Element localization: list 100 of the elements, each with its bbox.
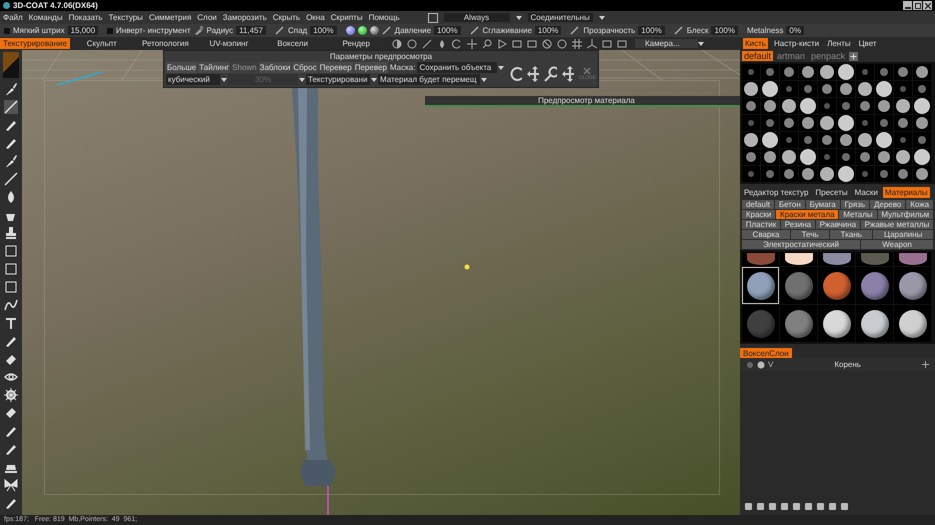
brush-thumbnail[interactable] [799,132,817,148]
mode-dropdown[interactable]: Always [444,13,510,22]
brush-thumbnail[interactable] [875,98,893,114]
brush-thumbnail[interactable] [894,81,912,97]
drop-icon[interactable] [437,38,447,48]
brush-thumbnail[interactable] [799,115,817,131]
category-tab[interactable]: Электростатический [742,240,860,249]
menu-item[interactable]: Скрыть [272,13,300,22]
preview-button[interactable]: Заблоки [258,62,292,73]
brush-thumbnail[interactable] [742,64,760,80]
gear-icon[interactable] [4,388,18,402]
brush-thumbnail[interactable] [761,98,779,114]
close-icon[interactable] [583,66,592,74]
curve-icon[interactable] [4,298,18,312]
brush-thumbnail[interactable] [913,132,931,148]
brush-thumbnail[interactable] [818,98,836,114]
brush-thumbnail[interactable] [875,115,893,131]
param-field[interactable]: 0% [786,26,804,35]
category-tab[interactable]: Краски метала [776,210,838,219]
rotate-icon[interactable] [452,38,462,48]
room-tab[interactable]: Текстурирование [0,38,70,49]
brush-thumbnail[interactable] [894,149,912,165]
brush-thumbnail[interactable] [742,132,760,148]
brush-thumbnail[interactable] [799,64,817,80]
brush-thumbnail[interactable] [837,149,855,165]
brush-thumbnail[interactable] [875,64,893,80]
brush-thumbnail[interactable] [780,64,798,80]
material-thumbnail[interactable] [894,252,931,266]
play-icon[interactable] [497,38,507,48]
brush-thumbnail[interactable] [780,98,798,114]
brush-thumbnail[interactable] [780,115,798,131]
line-icon[interactable] [4,172,18,186]
brush-thumbnail[interactable] [913,81,931,97]
brush-thumbnail[interactable] [761,149,779,165]
pen-icon[interactable] [4,136,18,150]
brush-thumbnail[interactable] [856,81,874,97]
brush-thumbnail[interactable] [818,149,836,165]
brush-thumbnail[interactable] [799,149,817,165]
panel-tab[interactable]: ВокселСлои [740,348,792,359]
panel-tab[interactable]: Цвет [856,38,879,49]
panel-tab[interactable]: Ленты [825,38,853,49]
category-tab[interactable]: Ткань [830,230,872,239]
pen-icon[interactable] [570,26,580,35]
line-icon[interactable] [4,100,18,114]
brush-thumbnail[interactable] [913,64,931,80]
mode-dropdown[interactable]: Текстурировани [306,74,370,85]
brush-thumbnail[interactable] [761,81,779,97]
category-tab[interactable]: Сварка [742,230,790,239]
zoom-icon[interactable] [544,66,557,82]
param-field[interactable]: 100% [434,26,461,35]
room-tab[interactable]: Воксели [260,38,324,49]
category-tab[interactable]: Weapon [861,240,934,249]
room-tab[interactable]: Скульпт [70,38,134,49]
visibility-toggle[interactable]: V [768,360,774,369]
square-icon[interactable] [4,244,18,258]
square-icon[interactable] [4,262,18,276]
panel-tab[interactable]: Редактор текстур [742,187,810,198]
menu-item[interactable]: Команды [28,13,63,22]
pen-icon[interactable] [4,118,18,132]
menu-item[interactable]: Окна [306,13,325,22]
brush-thumbnail[interactable] [856,149,874,165]
param-field[interactable]: 11,457 [236,26,266,35]
brush-thumbnail[interactable] [837,115,855,131]
brush-thumbnail[interactable] [913,98,931,114]
brush-set-tab[interactable]: default [742,51,774,61]
brush-thumbnail[interactable] [780,81,798,97]
connect-dropdown[interactable]: Соединительны [528,13,593,22]
material-thumbnail[interactable] [818,252,855,266]
pen-icon[interactable] [4,334,18,348]
brush-thumbnail[interactable] [818,166,836,182]
brush-thumbnail[interactable] [894,166,912,182]
param-field[interactable]: 100% [534,26,562,35]
panel-tab[interactable]: Материалы [882,187,930,198]
move-icon[interactable] [467,38,477,48]
pen-icon[interactable] [4,424,18,438]
move-icon[interactable] [526,66,540,82]
eraser-icon[interactable] [4,352,18,366]
preview-button[interactable]: Перевер [318,62,353,73]
brush-thumbnail[interactable] [761,132,779,148]
brush-thumbnail[interactable] [837,166,855,182]
brush-thumbnail[interactable] [875,149,893,165]
mask-dropdown[interactable]: Сохранить объекта [417,62,498,73]
camera-dropdown[interactable]: Камера... [635,39,698,48]
layer-row[interactable]: V Корень [740,358,935,371]
brush-thumbnail[interactable] [818,81,836,97]
material-thumbnail[interactable] [856,252,893,266]
brush-icon[interactable] [4,82,18,96]
panel-tab[interactable]: Пресеты [813,187,850,198]
brush-thumbnail[interactable] [894,115,912,131]
brush-thumbnail[interactable] [761,166,779,182]
text-icon[interactable] [4,316,18,330]
rotate-icon[interactable] [509,66,522,82]
panel-tab[interactable]: Маски [852,187,880,198]
add-icon[interactable] [922,361,929,368]
brush-thumbnail[interactable] [742,149,760,165]
menu-item[interactable]: Слои [197,13,217,22]
brush-thumbnail[interactable] [837,64,855,80]
room-tab[interactable]: Рендер [324,38,388,49]
checkbox[interactable] [4,28,10,34]
brush-thumbnail[interactable] [799,98,817,114]
